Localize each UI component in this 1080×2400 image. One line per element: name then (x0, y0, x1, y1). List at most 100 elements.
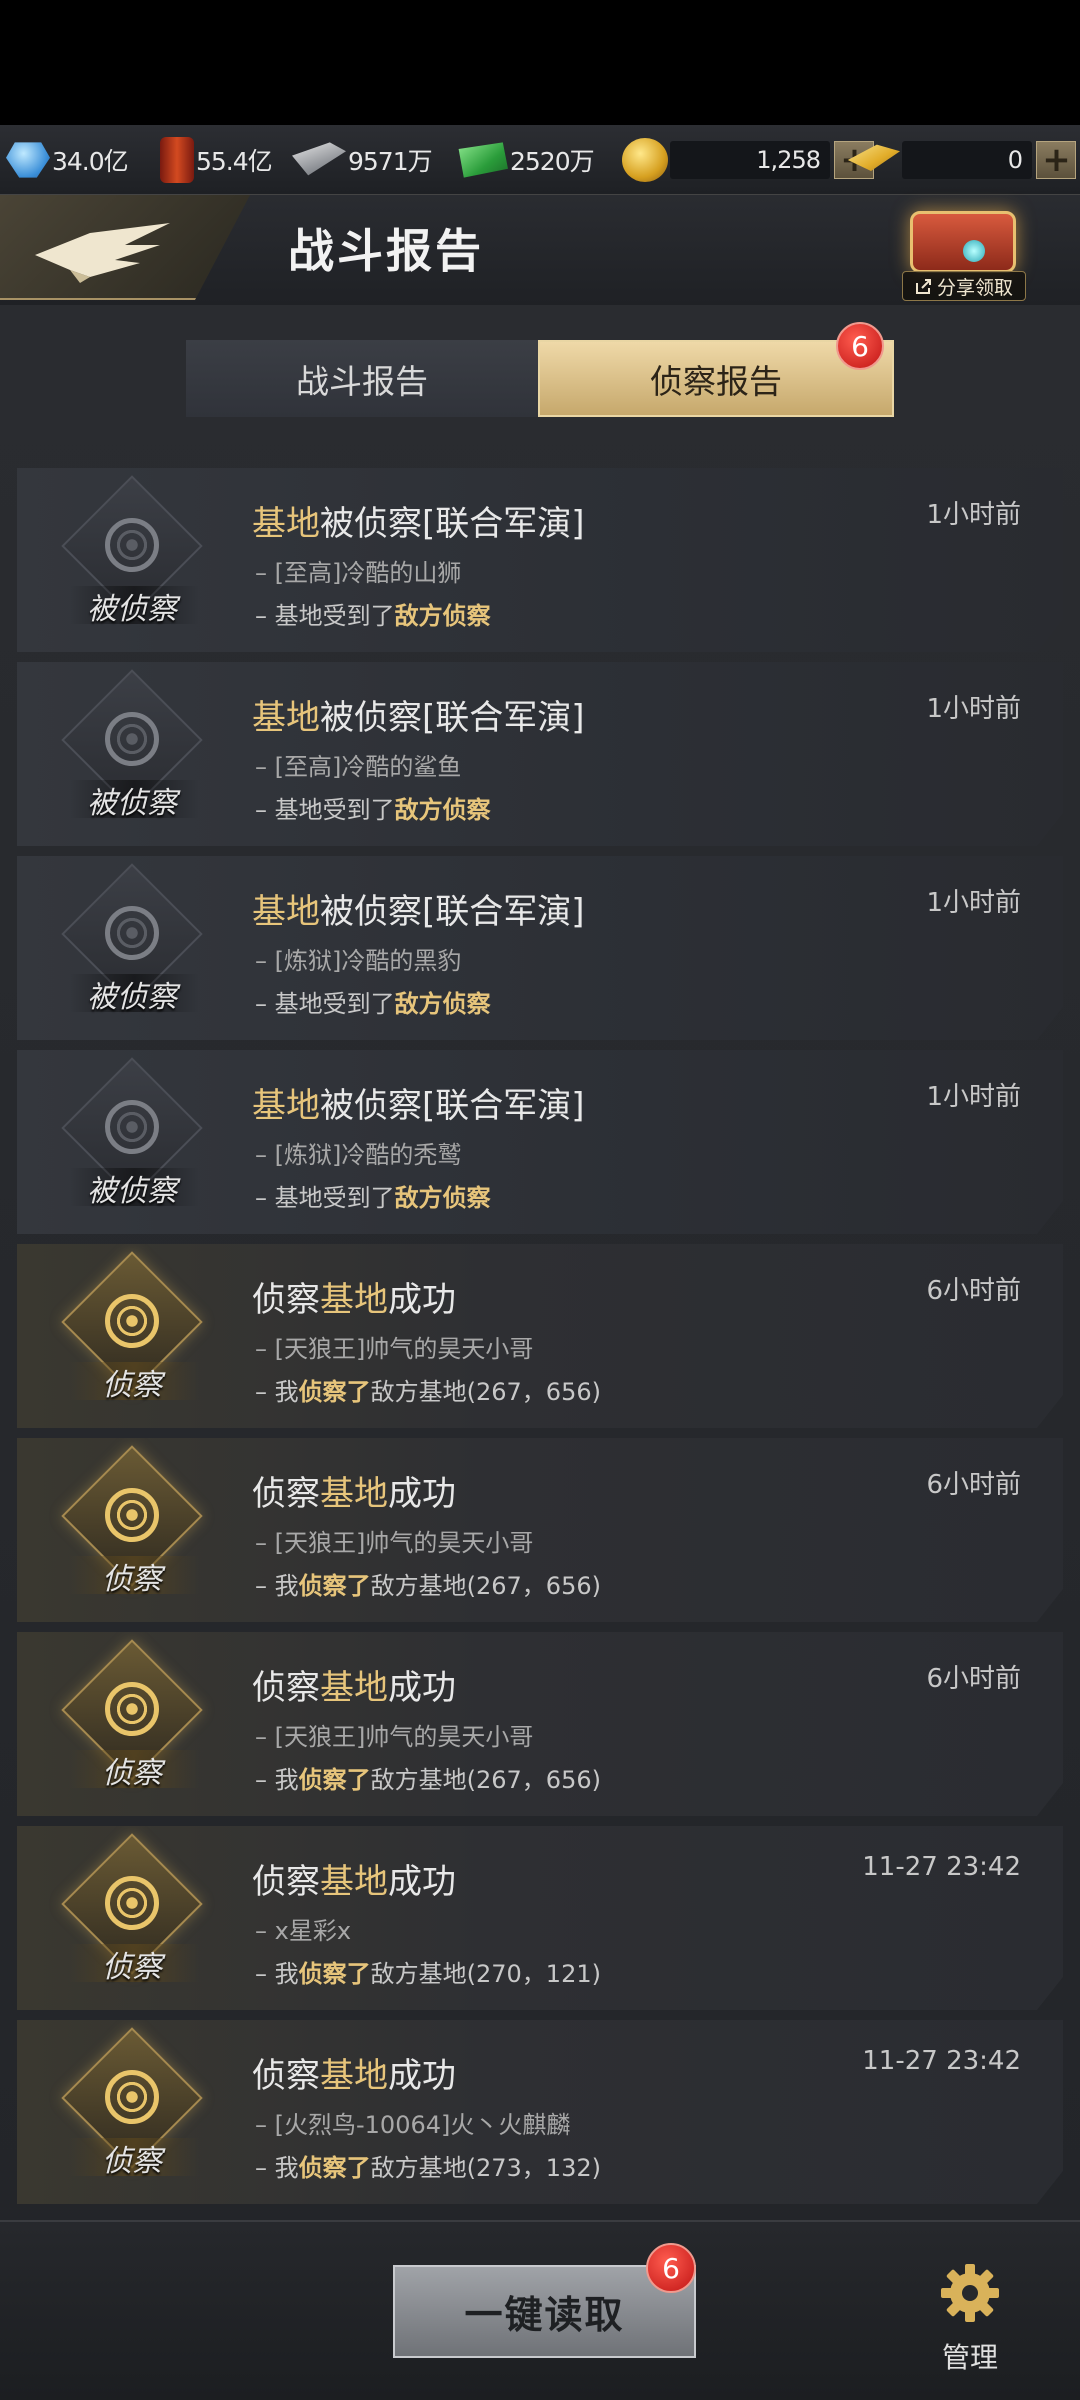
report-detail: – 基地受到了敌方侦察 (255, 984, 491, 1019)
detail-prefix: – 我 (255, 1572, 299, 1600)
detail-highlight: 敌方侦察 (394, 1184, 491, 1212)
status-bar (0, 0, 1080, 125)
detail-prefix: – 我 (255, 1960, 299, 1988)
radar-icon (105, 712, 159, 766)
radar-icon (105, 1294, 159, 1348)
scout-success-emblem: 侦察 (57, 1445, 207, 1608)
report-title: 侦察基地成功 (252, 1272, 456, 1321)
resource-gold-coins[interactable]: 1,258 + (622, 135, 874, 185)
detail-highlight: 侦察了 (298, 1766, 371, 1794)
report-player: – [天狼王]帅气的昊天小哥 (255, 1723, 534, 1751)
radar-icon (105, 1876, 159, 1930)
report-detail: – 我侦察了敌方基地(270，121) (255, 1954, 601, 1989)
title-prefix: 侦察 (252, 1668, 320, 1708)
report-item[interactable]: 侦察 侦察基地成功 11-27 23:42 – x星彩x – 我侦察了敌方基地(… (17, 1826, 1063, 2010)
resource-steel[interactable]: 9571万 (292, 135, 433, 185)
title-rest: 被侦察[联合军演] (320, 504, 585, 544)
resource-cash[interactable]: 2520万 (456, 135, 595, 185)
title-rest: 成功 (388, 1280, 456, 1320)
gold-bars-amount: 0 (902, 141, 1032, 179)
radar-icon (105, 1682, 159, 1736)
report-item[interactable]: 侦察 侦察基地成功 6小时前 – [天狼王]帅气的昊天小哥 – 我侦察了敌方基地… (17, 1632, 1063, 1816)
emblem-label: 侦察 (102, 1368, 162, 1403)
add-gold-bars-button[interactable]: + (1036, 141, 1076, 179)
title-rest: 被侦察[联合军演] (320, 892, 585, 932)
title-rest: 成功 (388, 1668, 456, 1708)
scouted-emblem: 被侦察 (57, 669, 207, 832)
back-button[interactable] (0, 195, 250, 300)
title-prefix: 侦察 (252, 1474, 320, 1514)
report-player: – x星彩x (255, 1917, 352, 1945)
report-time: 6小时前 (926, 1664, 1021, 1694)
cash-amount: 2520万 (510, 147, 595, 176)
report-time: 1小时前 (926, 500, 1021, 530)
detail-prefix: – 我 (255, 2154, 299, 2182)
title-prefix: 侦察 (252, 2056, 320, 2096)
manage-label: 管理 (941, 2341, 998, 2374)
report-item[interactable]: 被侦察 基地被侦察[联合军演] 1小时前 – [至高]冷酷的鲨鱼 – 基地受到了… (17, 662, 1063, 846)
detail-highlight: 侦察了 (298, 1378, 371, 1406)
title-rest: 被侦察[联合军演] (320, 1086, 585, 1126)
report-item[interactable]: 被侦察 基地被侦察[联合军演] 1小时前 – [炼狱]冷酷的秃鹫 – 基地受到了… (17, 1050, 1063, 1234)
cash-stack-icon (458, 142, 508, 178)
emblem-label: 侦察 (102, 2144, 162, 2179)
resource-bar: 34.0亿 55.4亿 9571万 2520万 1,258 + 0 + (0, 125, 1080, 195)
report-item[interactable]: 被侦察 基地被侦察[联合军演] 1小时前 – [至高]冷酷的山狮 – 基地受到了… (17, 468, 1063, 652)
scouted-emblem: 被侦察 (57, 475, 207, 638)
report-item[interactable]: 侦察 侦察基地成功 11-27 23:42 – [火烈鸟-10064]火丶火麒麟… (17, 2020, 1063, 2204)
treasure-chest-icon (910, 211, 1016, 273)
report-item[interactable]: 侦察 侦察基地成功 6小时前 – [天狼王]帅气的昊天小哥 – 我侦察了敌方基地… (17, 1244, 1063, 1428)
report-player: – [至高]冷酷的山狮 (255, 559, 462, 587)
share-reward-text: 分享领取 (936, 276, 1013, 299)
radar-icon (105, 518, 159, 572)
read-all-badge: 6 (646, 2243, 696, 2293)
radar-icon (105, 1100, 159, 1154)
radar-icon (105, 906, 159, 960)
resource-oil[interactable]: 55.4亿 (160, 135, 273, 185)
report-player: – [至高]冷酷的鲨鱼 (255, 753, 462, 781)
report-player: – [天狼王]帅气的昊天小哥 (255, 1335, 534, 1363)
detail-highlight: 敌方侦察 (394, 602, 491, 630)
share-icon (915, 279, 931, 294)
detail-highlight: 侦察了 (298, 1960, 371, 1988)
scout-success-emblem: 侦察 (57, 1833, 207, 1996)
tab-battle-report[interactable]: 战斗报告 (186, 340, 538, 417)
title-highlight: 基地 (252, 504, 320, 544)
report-player: – [火烈鸟-10064]火丶火麒麟 (255, 2111, 571, 2139)
detail-highlight: 敌方侦察 (394, 990, 491, 1018)
report-detail: – 基地受到了敌方侦察 (255, 596, 491, 631)
report-title: 侦察基地成功 (252, 1854, 456, 1903)
crystal-icon (6, 142, 50, 178)
detail-suffix: 敌方基地(267，656) (370, 1378, 601, 1406)
report-detail: – 我侦察了敌方基地(273，132) (255, 2148, 601, 2183)
bottom-bar: 一键读取 6 管理 (0, 2220, 1080, 2400)
detail-prefix: – 基地受到了 (255, 1184, 395, 1212)
emblem-label: 被侦察 (87, 592, 177, 627)
title-highlight: 基地 (320, 1862, 388, 1902)
radar-icon (105, 1488, 159, 1542)
resource-gold-bars[interactable]: 0 + (842, 135, 1076, 185)
crystal-amount: 34.0亿 (52, 147, 129, 176)
report-content: 战斗报告 侦察报告 6 被侦察 基地被侦察[联合军演] 1小时前 – [至高]冷… (0, 305, 1080, 2220)
read-all-label: 一键读取 (464, 2293, 625, 2337)
report-detail: – 我侦察了敌方基地(267，656) (255, 1372, 601, 1407)
emblem-label: 被侦察 (87, 786, 177, 821)
resource-crystal[interactable]: 34.0亿 (6, 135, 129, 185)
share-reward-chest[interactable]: 分享领取 (898, 203, 1028, 303)
scout-success-emblem: 侦察 (57, 1251, 207, 1414)
title-rest: 成功 (388, 1474, 456, 1514)
title-prefix: 侦察 (252, 1862, 320, 1902)
report-list: 被侦察 基地被侦察[联合军演] 1小时前 – [至高]冷酷的山狮 – 基地受到了… (17, 468, 1063, 2214)
chest-gem-icon (963, 240, 985, 262)
scout-success-emblem: 侦察 (57, 2027, 207, 2190)
report-item[interactable]: 侦察 侦察基地成功 6小时前 – [天狼王]帅气的昊天小哥 – 我侦察了敌方基地… (17, 1438, 1063, 1622)
gear-icon (941, 2264, 999, 2322)
report-time: 1小时前 (926, 888, 1021, 918)
manage-button[interactable]: 管理 (930, 2262, 1010, 2376)
title-rest: 成功 (388, 1862, 456, 1902)
report-item[interactable]: 被侦察 基地被侦察[联合军演] 1小时前 – [炼狱]冷酷的黑豹 – 基地受到了… (17, 856, 1063, 1040)
report-title: 基地被侦察[联合军演] (252, 690, 585, 739)
title-highlight: 基地 (320, 1280, 388, 1320)
detail-suffix: 敌方基地(267，656) (370, 1766, 601, 1794)
report-title: 侦察基地成功 (252, 1660, 456, 1709)
